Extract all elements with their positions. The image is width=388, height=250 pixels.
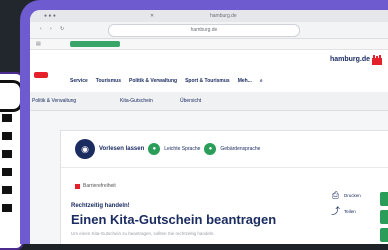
- breadcrumb-item[interactable]: Kita-Gutschein: [120, 98, 153, 104]
- bookmarks-item[interactable]: ▤: [36, 41, 41, 47]
- hamburg-logo-small[interactable]: [34, 72, 48, 78]
- article-description: Um einen Kita-Gutschein zu beantragen, s…: [71, 231, 215, 236]
- divider: [61, 167, 388, 168]
- print-label: Drucken: [344, 192, 361, 198]
- category-tag: Barrierefreiheit: [75, 183, 116, 189]
- browser-tabbar: ● ● ● ✕ hamburg.de: [30, 10, 388, 22]
- back-icon[interactable]: ‹: [40, 26, 42, 32]
- sticker-bars: [2, 114, 18, 222]
- nav-item[interactable]: Sport & Tourismus: [185, 78, 230, 84]
- browser-toolbar: ‹ › ↻ hamburg.de: [30, 22, 388, 39]
- print-icon: ⎙: [331, 189, 340, 200]
- speaker-icon[interactable]: ◉: [75, 139, 95, 159]
- site-header: hamburg.de Service Tourismus Politik & V…: [30, 50, 388, 93]
- bookmarks-bar: ▤: [30, 39, 388, 50]
- breadcrumb-item[interactable]: Übersicht: [180, 98, 201, 104]
- search-icon[interactable]: ⌕: [260, 78, 263, 84]
- castle-icon: [372, 55, 382, 65]
- traffic-lights: ● ● ●: [44, 13, 56, 19]
- bookmark-pill[interactable]: [70, 41, 120, 47]
- easy-language-icon[interactable]: ●: [148, 143, 161, 155]
- share-label: Teilen: [344, 208, 356, 214]
- sign-language-label[interactable]: Gebärdensprache: [220, 146, 260, 152]
- read-aloud-label[interactable]: Vorlesen lassen: [99, 146, 144, 152]
- brand-name[interactable]: hamburg.de: [330, 56, 370, 63]
- nav-item[interactable]: Service: [70, 78, 88, 84]
- widget-tab[interactable]: [380, 228, 388, 242]
- easy-language-label[interactable]: Leichte Sprache: [164, 146, 200, 152]
- nav-item[interactable]: Tourismus: [96, 78, 121, 84]
- sub-navigation: Politik & Verwaltung Kita-Gutschein Über…: [30, 92, 388, 111]
- forward-icon[interactable]: ›: [50, 26, 52, 32]
- accessibility-bar: ◉ Vorlesen lassen ● Leichte Sprache ● Ge…: [75, 139, 260, 159]
- article-subtitle: Rechtzeitig handeln!: [71, 203, 130, 209]
- widget-tab[interactable]: [380, 210, 388, 224]
- browser-tab[interactable]: hamburg.de: [210, 13, 237, 19]
- address-bar[interactable]: hamburg.de: [108, 24, 300, 37]
- laptop-screen: ● ● ● ✕ hamburg.de ‹ › ↻ hamburg.de ▤ ha…: [30, 10, 388, 244]
- side-widgets: [380, 192, 388, 244]
- main-nav: Service Tourismus Politik & Verwaltung S…: [70, 78, 263, 84]
- breadcrumb-item[interactable]: Politik & Verwaltung: [32, 98, 76, 104]
- share-icon: ⤴: [331, 205, 341, 216]
- address-bar-text: hamburg.de: [190, 27, 218, 33]
- content-card: ◉ Vorlesen lassen ● Leichte Sprache ● Ge…: [60, 130, 388, 244]
- article-title: Einen Kita-Gutschein beantragen: [71, 212, 277, 227]
- share-button[interactable]: ⤴ Teilen: [331, 203, 361, 219]
- print-button[interactable]: ⎙ Drucken: [331, 187, 361, 203]
- article-actions: ⎙ Drucken ⤴ Teilen: [331, 187, 361, 219]
- nav-item[interactable]: Politik & Verwaltung: [129, 78, 177, 84]
- widget-tab[interactable]: [380, 192, 388, 206]
- nav-item[interactable]: Meh...: [238, 78, 252, 84]
- category-label: Barrierefreiheit: [83, 183, 116, 189]
- category-dot: [75, 183, 80, 189]
- sign-language-icon[interactable]: ●: [204, 143, 217, 155]
- reload-icon[interactable]: ↻: [60, 26, 64, 32]
- tab-close-icon[interactable]: ✕: [150, 13, 154, 19]
